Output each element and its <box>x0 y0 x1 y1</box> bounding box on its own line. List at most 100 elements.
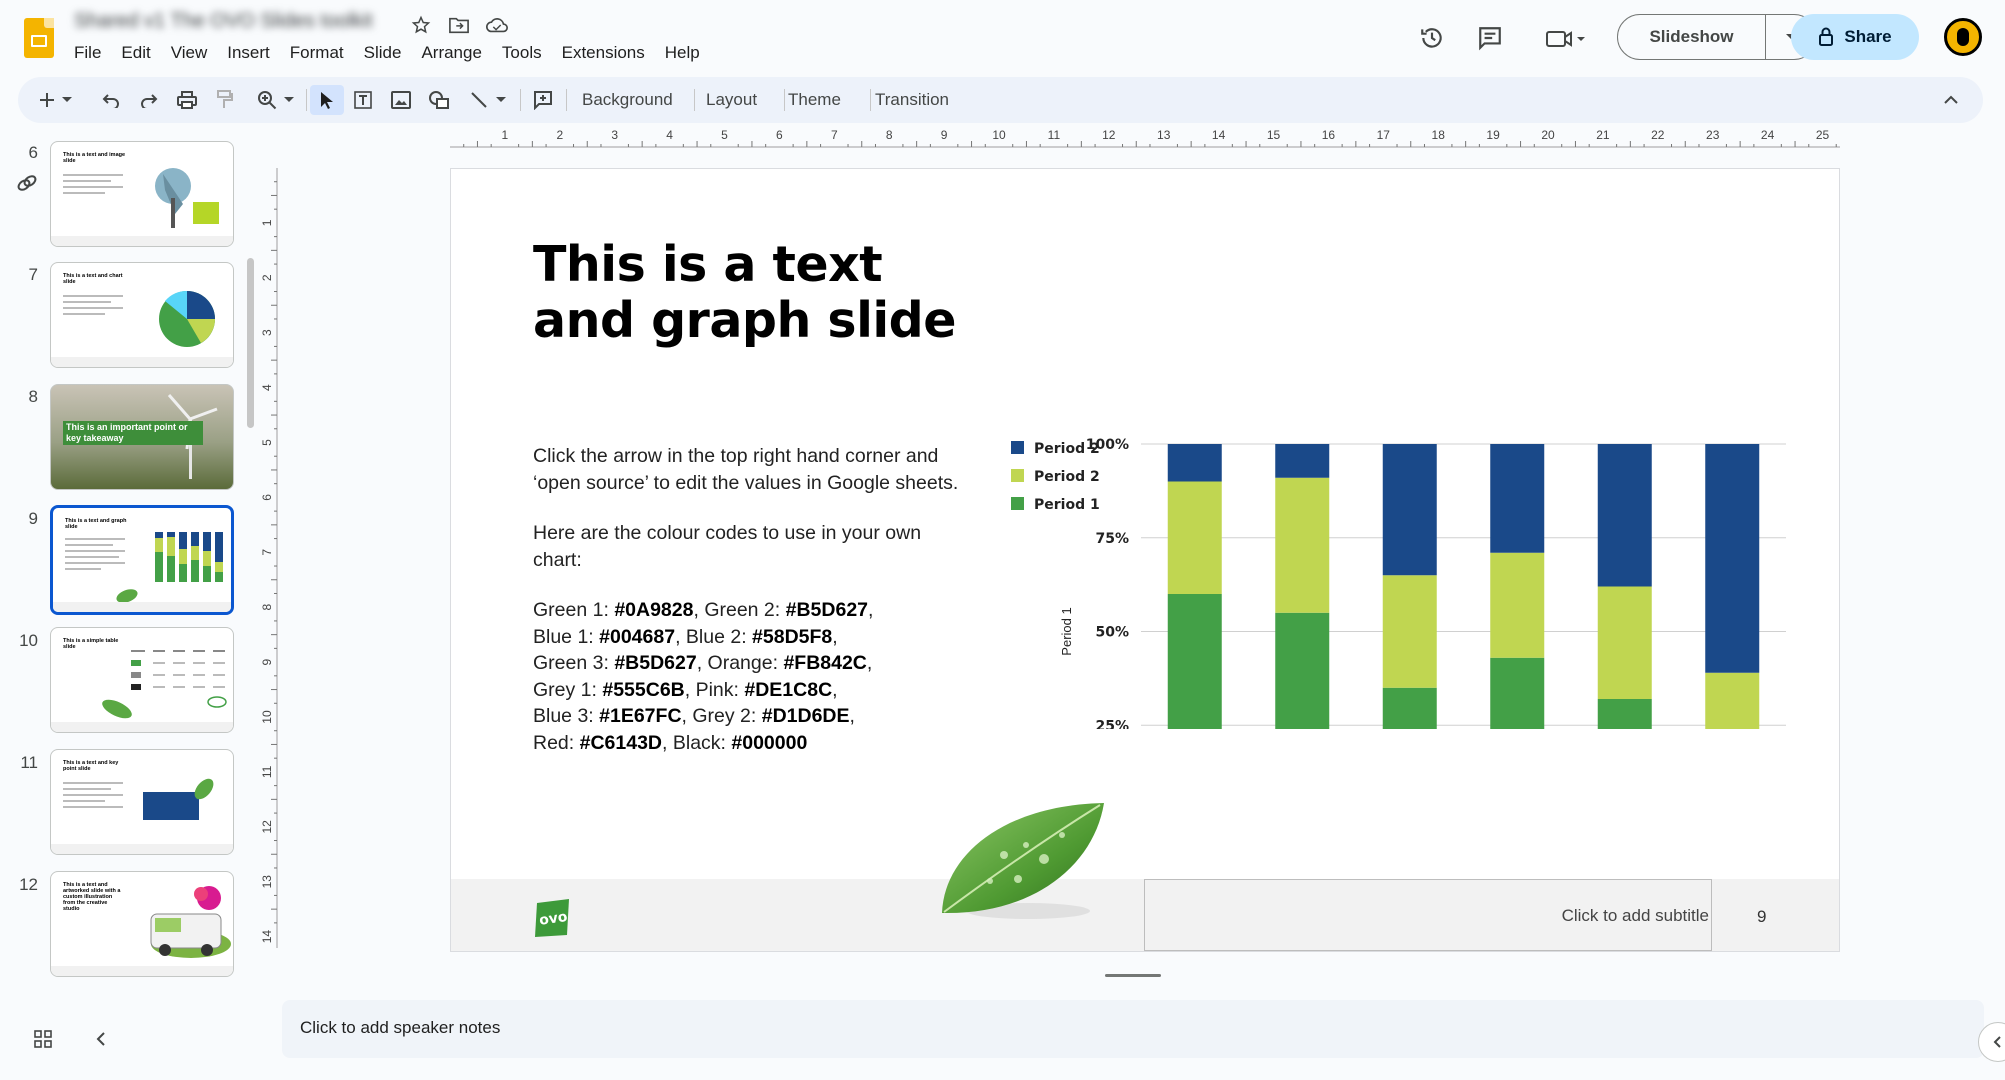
select-icon[interactable] <box>310 85 344 115</box>
thumbnail-text-lines <box>63 295 123 319</box>
undo-icon[interactable] <box>96 85 126 115</box>
menu-arrange[interactable]: Arrange <box>411 42 491 64</box>
slide-thumbnail-11[interactable]: This is a text and key point slide <box>50 749 234 855</box>
ruler-tick-label: 3 <box>611 128 618 142</box>
toolbar-divider <box>694 89 695 111</box>
ruler-tick-label: 6 <box>260 494 274 501</box>
code-name: Orange: <box>707 652 779 674</box>
menu-format[interactable]: Format <box>280 42 354 64</box>
thumbnail-leaf-icon <box>102 699 132 719</box>
thumbnail-text-lines <box>63 174 123 198</box>
ruler-tick-label: 4 <box>260 384 274 391</box>
slide-title[interactable]: This is a text and graph slide <box>533 237 993 349</box>
image-icon[interactable] <box>386 85 416 115</box>
text-box-icon[interactable] <box>348 85 378 115</box>
print-icon[interactable] <box>172 85 202 115</box>
menu-edit[interactable]: Edit <box>111 42 160 64</box>
bar-segment <box>1597 699 1652 729</box>
stacked-bar-chart[interactable]: 100%75%50%25%0%Period 1Value 1Value 2Val… <box>1011 309 1801 729</box>
slide-thumbnail-8[interactable]: This is an important point or key takeaw… <box>50 384 234 490</box>
code-name: Blue 3: <box>533 705 594 727</box>
body-paragraph-2: Here are the colour codes to use in your… <box>533 522 922 571</box>
y-tick-label: 50% <box>1095 625 1129 641</box>
layout-button[interactable]: Layout <box>706 90 757 110</box>
move-folder-icon[interactable] <box>446 12 472 38</box>
star-icon[interactable] <box>408 12 434 38</box>
bar-segment <box>1490 657 1545 729</box>
horizontal-ruler[interactable]: 1 2 3 4 5 6 7 8 9 10 11 12 13 14 15 16 17 18 19 20 21 22 23 24 2… <box>450 128 1840 148</box>
line-icon[interactable] <box>464 85 494 115</box>
slide-thumbnail-12[interactable]: This is a text and artworked slide with … <box>50 871 234 977</box>
line-dropdown-icon[interactable] <box>492 85 510 115</box>
y-tick-label: 25% <box>1095 718 1129 729</box>
toolbar-divider <box>566 89 567 111</box>
avatar[interactable] <box>1944 18 1982 56</box>
code-name: Green 3: <box>533 652 609 674</box>
meet-call-icon[interactable] <box>1536 16 1596 60</box>
ruler-tick-label: 14 <box>1212 128 1226 142</box>
slide-thumbnail-6[interactable]: This is a text and image slide <box>50 141 234 247</box>
version-history-icon[interactable] <box>1410 16 1454 60</box>
add-comment-icon[interactable] <box>528 85 558 115</box>
ruler-tick-label: 16 <box>1322 128 1336 142</box>
menu-help[interactable]: Help <box>655 42 710 64</box>
menu-extensions[interactable]: Extensions <box>552 42 655 64</box>
new-slide-dropdown-icon[interactable] <box>58 85 76 115</box>
cloud-status-icon[interactable] <box>484 12 510 38</box>
slide-number: 7 <box>28 265 38 284</box>
zoom-dropdown-icon[interactable] <box>280 85 298 115</box>
redo-icon[interactable] <box>134 85 164 115</box>
toolbar-divider <box>306 89 307 111</box>
paint-format-icon[interactable] <box>210 85 240 115</box>
slide-canvas[interactable]: This is a text and graph slide Click the… <box>450 168 1840 952</box>
slideshow-button[interactable]: Slideshow <box>1617 14 1817 60</box>
legend-swatch <box>1011 469 1024 482</box>
ruler-tick-label: 2 <box>260 274 274 281</box>
thumbnail-table <box>131 650 227 708</box>
collapse-filmstrip-icon[interactable] <box>86 1024 116 1054</box>
menu-tools[interactable]: Tools <box>492 42 552 64</box>
zoom-icon[interactable] <box>252 85 282 115</box>
share-button[interactable]: Share <box>1791 14 1919 60</box>
code-value: #000000 <box>731 731 808 754</box>
ruler-tick-label: 7 <box>831 128 838 142</box>
slide-thumbnail-9[interactable]: This is a text and graph slide <box>50 505 234 615</box>
speaker-notes[interactable]: Click to add speaker notes <box>282 1000 1984 1058</box>
document-title[interactable]: Shared v1 The OVO Slides toolkit <box>74 10 373 33</box>
filmstrip-scrollbar[interactable] <box>247 258 254 428</box>
y-tick-label: 75% <box>1095 531 1129 547</box>
vertical-ruler[interactable]: 1234567891011121314 <box>258 168 278 948</box>
ruler-tick-label: 12 <box>1102 128 1116 142</box>
bar-segment <box>1597 444 1652 587</box>
menu-file[interactable]: File <box>64 42 111 64</box>
menu-view[interactable]: View <box>161 42 218 64</box>
shape-icon[interactable] <box>424 85 454 115</box>
bar-segment <box>1167 594 1222 729</box>
ruler-tick-label: 14 <box>260 930 274 944</box>
thumbnail-illustration <box>150 886 231 958</box>
leaf-image[interactable] <box>934 795 1114 925</box>
lock-icon <box>1819 27 1834 46</box>
menu-insert[interactable]: Insert <box>217 42 280 64</box>
grid-view-icon[interactable] <box>28 1024 58 1054</box>
code-name: Green 1: <box>533 599 609 621</box>
slideshow-label[interactable]: Slideshow <box>1618 15 1766 59</box>
bar-segment <box>1275 477 1330 613</box>
notes-resize-handle[interactable] <box>1105 974 1161 977</box>
slide-body-text[interactable]: Click the arrow in the top right hand co… <box>533 443 973 780</box>
theme-button[interactable]: Theme <box>788 90 841 110</box>
side-panel-toggle-icon[interactable] <box>1978 1022 2005 1062</box>
slide-thumbnail-7[interactable]: This is a text and chart slide <box>50 262 234 368</box>
slide-thumbnail-10[interactable]: This is a simple table slide <box>50 627 234 733</box>
background-button[interactable]: Background <box>582 90 673 110</box>
transition-button[interactable]: Transition <box>875 90 949 110</box>
menu-slide[interactable]: Slide <box>354 42 412 64</box>
subtitle-placeholder[interactable]: Click to add subtitle <box>1144 879 1712 951</box>
code-value: #D1D6DE <box>761 705 850 727</box>
code-name: Pink: <box>695 678 739 701</box>
collapse-toolbar-icon[interactable] <box>1936 85 1966 115</box>
thumbnail-text-lines <box>63 782 123 812</box>
comments-icon[interactable] <box>1468 16 1512 60</box>
slides-logo-icon[interactable] <box>24 18 54 58</box>
link-icon[interactable] <box>16 172 38 199</box>
